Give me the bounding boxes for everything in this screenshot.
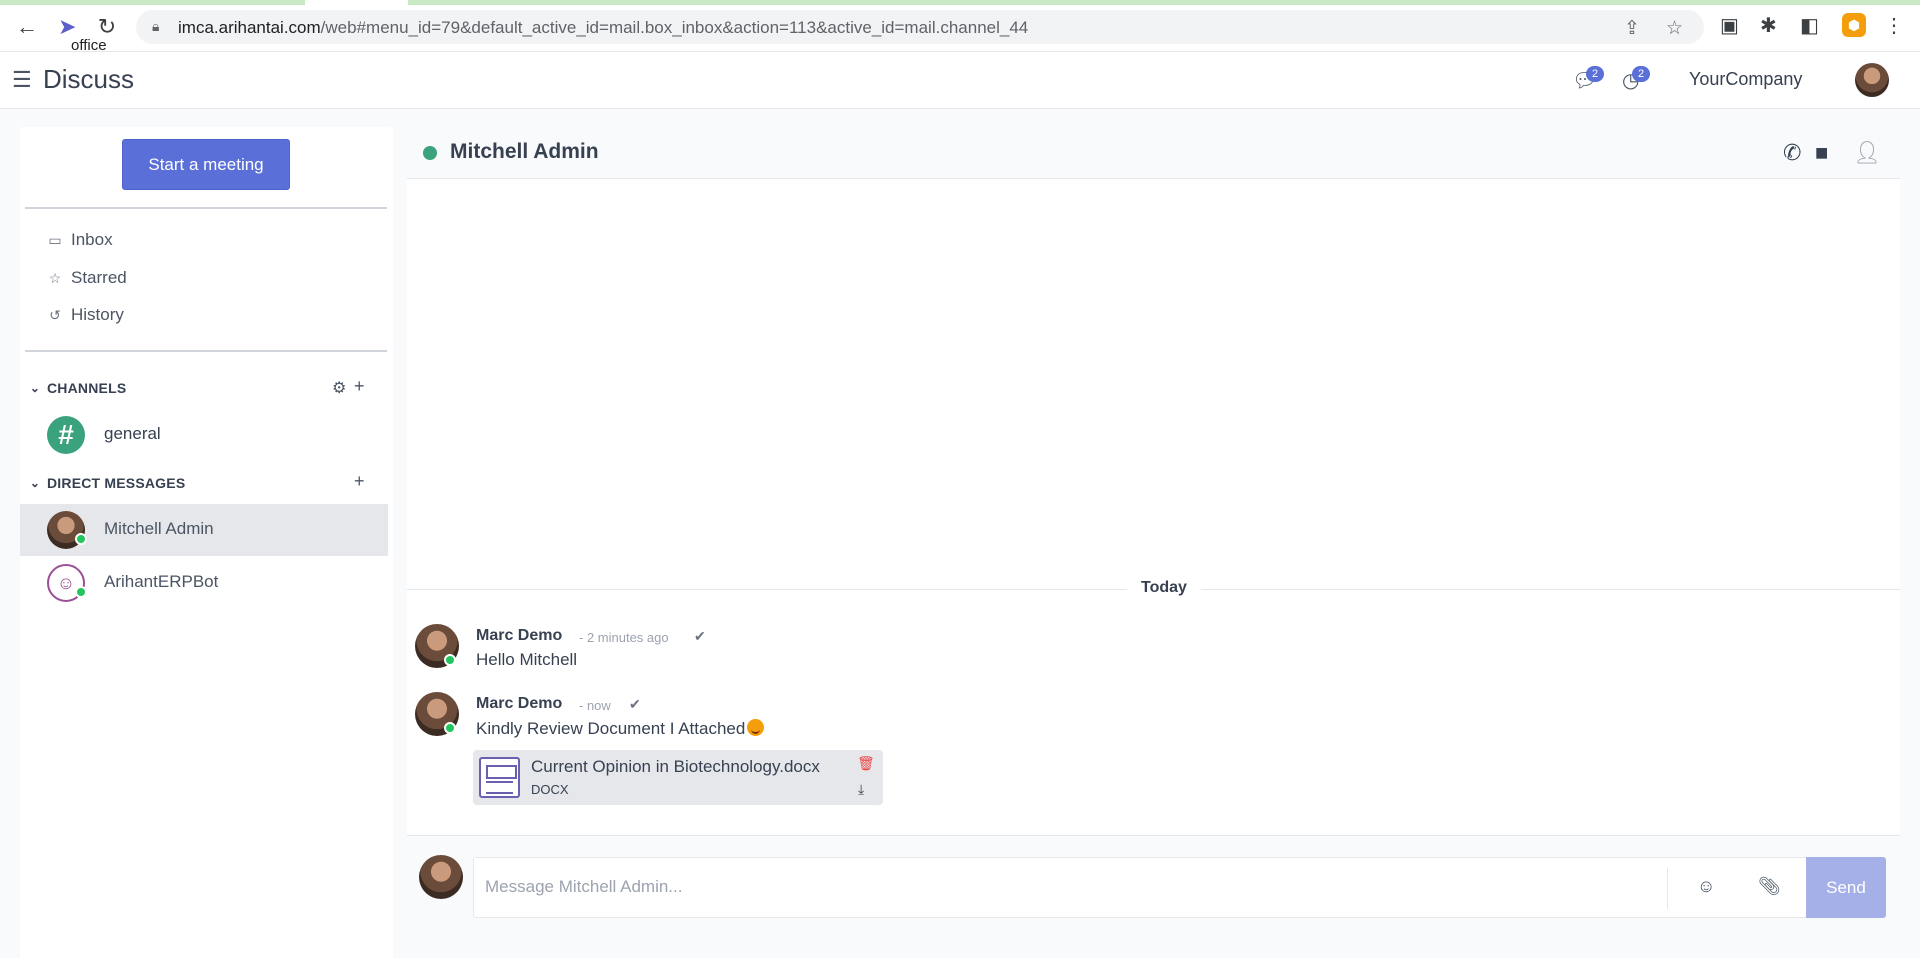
dm-item-arihanterpbot[interactable]: ☺ ArihantERPBot xyxy=(20,557,388,609)
phone-icon[interactable]: ✆ xyxy=(1783,140,1801,166)
loading-indicator xyxy=(408,0,1920,5)
messages-counter: 2 xyxy=(1586,66,1604,82)
loading-indicator xyxy=(0,0,305,5)
start-meeting-button[interactable]: Start a meeting xyxy=(122,139,290,190)
star-icon: ☆ xyxy=(48,269,62,286)
paperclip-icon[interactable]: 📎︎ xyxy=(1758,876,1781,897)
online-status-icon xyxy=(75,533,87,545)
browser-toolbar: ← ↻ ➤ office 🔒︎ imca.arihantai.com/web#m… xyxy=(0,0,1920,54)
dm-label: ArihantERPBot xyxy=(104,572,219,591)
chevron-down-icon: ⌄ xyxy=(29,381,41,395)
sidebar-item-label: Inbox xyxy=(71,230,113,249)
chevron-down-icon: ⌄ xyxy=(29,476,41,490)
side-panel-icon[interactable]: ◧ xyxy=(1800,13,1819,38)
attachment-card[interactable]: Current Opinion in Biotechnology.docx DO… xyxy=(473,750,883,805)
activities-counter: 2 xyxy=(1632,66,1650,82)
channels-category-toggle[interactable]: ⌄ CHANNELS xyxy=(25,380,126,396)
message-input[interactable] xyxy=(474,858,1674,915)
message-composer: ☺ 📎︎ Send xyxy=(407,835,1900,958)
app-title: Discuss xyxy=(43,64,135,94)
share-icon[interactable]: ⇪ xyxy=(1624,17,1640,40)
history-icon: ↺ xyxy=(49,306,61,323)
message-time: - 2 minutes ago xyxy=(579,630,669,645)
inbox-icon: ▭ xyxy=(48,231,62,248)
url-text: imca.arihantai.com/web#menu_id=79&defaul… xyxy=(178,18,1028,38)
online-status-icon xyxy=(444,654,456,666)
online-status-icon xyxy=(444,722,456,734)
direct-messages-category-toggle[interactable]: ⌄ DIRECT MESSAGES xyxy=(25,475,185,491)
add-user-icon[interactable]: 👤︎ xyxy=(1853,140,1881,166)
puzzle-icon[interactable]: ✱ xyxy=(1760,13,1777,38)
message-body: Hello Mitchell xyxy=(476,650,578,669)
add-direct-message-icon[interactable]: + xyxy=(354,471,365,492)
emoji-icon[interactable]: ☺ xyxy=(1697,876,1715,897)
video-camera-icon[interactable]: ■ xyxy=(1815,140,1828,166)
attachment-name: Current Opinion in Biotechnology.docx xyxy=(531,757,820,776)
hashtag-icon: # xyxy=(47,416,85,454)
download-icon[interactable]: ⤓ xyxy=(858,781,864,798)
back-icon[interactable]: ← xyxy=(14,14,40,40)
message-text: Kindly Review Document I Attached xyxy=(476,719,746,738)
category-label: DIRECT MESSAGES xyxy=(47,475,186,491)
thread-title: Mitchell Admin xyxy=(450,140,599,163)
trash-icon[interactable]: 🗑︎ xyxy=(857,755,875,772)
sidebar-item-label: Starred xyxy=(71,268,127,287)
send-button[interactable]: Send xyxy=(1806,857,1886,918)
check-icon: ✔ xyxy=(629,696,641,712)
online-status-icon xyxy=(423,146,437,160)
category-label: CHANNELS xyxy=(47,380,127,396)
thread-header: Mitchell Admin ✆ ■ 👤︎ xyxy=(407,127,1900,179)
divider xyxy=(25,207,387,209)
online-status-icon xyxy=(75,586,87,598)
menu-kebab-icon[interactable]: ⋮ xyxy=(1884,13,1904,38)
dm-label: Mitchell Admin xyxy=(104,519,214,538)
divider xyxy=(1667,868,1668,909)
channel-label: general xyxy=(104,424,161,443)
sidebar-item-label: History xyxy=(71,305,124,324)
gear-icon[interactable]: ⚙ xyxy=(332,378,346,398)
message-time: - now xyxy=(579,698,611,713)
smiley-emoji-icon xyxy=(747,719,765,736)
discuss-sidebar: Start a meeting ▭ Inbox ☆ Starred ↺ Hist… xyxy=(20,127,393,958)
message-body: Kindly Review Document I Attached xyxy=(476,719,765,739)
avatar xyxy=(419,855,463,899)
hamburger-menu-icon[interactable]: ☰ xyxy=(12,67,32,93)
dm-item-mitchell-admin[interactable]: Mitchell Admin xyxy=(20,504,388,556)
profile-extension-icon[interactable]: ⬢ xyxy=(1842,13,1866,37)
user-avatar[interactable] xyxy=(1855,63,1889,97)
add-channel-icon[interactable]: + xyxy=(354,376,365,397)
app-navbar: ☰ Discuss 💬︎ 2 ◷ 2 YourCompany xyxy=(0,52,1920,109)
lock-icon: 🔒︎ xyxy=(152,18,160,34)
sidebar-item-history[interactable]: ↺ History xyxy=(47,305,124,325)
extension-icon[interactable]: ▣ xyxy=(1720,13,1739,38)
url-path: /web#menu_id=79&default_active_id=mail.b… xyxy=(320,18,1029,37)
company-switcher[interactable]: YourCompany xyxy=(1689,69,1802,90)
bookmark-star-icon[interactable]: ☆ xyxy=(1666,17,1683,40)
thread-panel: Mitchell Admin ✆ ■ 👤︎ Today Marc Demo - … xyxy=(407,127,1900,958)
composer-box: ☺ 📎︎ xyxy=(473,857,1813,918)
message-author[interactable]: Marc Demo xyxy=(476,695,562,713)
url-host: imca.arihantai.com xyxy=(178,18,321,37)
sidebar-item-inbox[interactable]: ▭ Inbox xyxy=(47,230,113,250)
channel-item-general[interactable]: # general xyxy=(20,409,388,461)
message-author[interactable]: Marc Demo xyxy=(476,627,562,645)
address-bar[interactable]: 🔒︎ imca.arihantai.com/web#menu_id=79&def… xyxy=(136,10,1704,44)
sidebar-item-starred[interactable]: ☆ Starred xyxy=(47,268,127,288)
check-icon: ✔ xyxy=(694,628,706,644)
document-file-icon xyxy=(479,757,520,798)
attachment-extension: DOCX xyxy=(531,782,569,797)
date-separator: Today xyxy=(1127,579,1201,597)
divider xyxy=(25,350,387,352)
